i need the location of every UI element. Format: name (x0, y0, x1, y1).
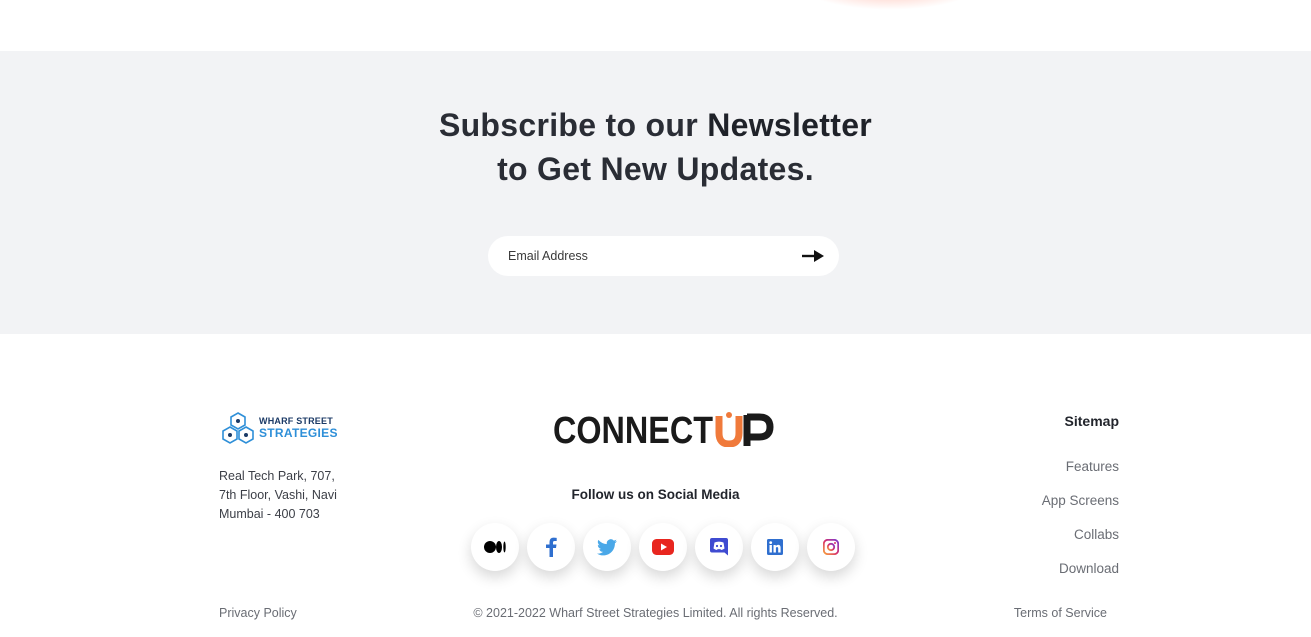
discord-icon (710, 538, 728, 556)
address-line: Mumbai - 400 703 (219, 507, 320, 521)
social-links (471, 523, 861, 573)
facebook-link[interactable] (527, 523, 575, 571)
wharf-street-logo[interactable]: WHARF STREET STRATEGIES (219, 411, 339, 447)
youtube-link[interactable] (639, 523, 687, 571)
twitter-icon (597, 538, 617, 555)
hexagon-cluster-icon (222, 412, 254, 444)
site-footer: WHARF STREET STRATEGIES Real Tech Park, … (0, 334, 1311, 637)
email-input[interactable] (508, 236, 788, 276)
newsletter-subtitle: to Get New Updates. (497, 151, 814, 187)
newsletter-title-bold: Newsletter (707, 107, 873, 143)
facebook-icon (546, 537, 557, 557)
subscribe-button[interactable] (800, 246, 826, 266)
sitemap-link-download[interactable]: Download (1059, 561, 1119, 576)
twitter-link[interactable] (583, 523, 631, 571)
linkedin-link[interactable] (751, 523, 799, 571)
instagram-link[interactable] (807, 523, 855, 571)
arrow-right-icon (802, 250, 824, 262)
newsletter-title-prefix: Subscribe to our (438, 107, 698, 143)
address-line: Real Tech Park, 707, (219, 469, 335, 483)
decorative-gradient-blob (800, 0, 980, 10)
discord-link[interactable] (695, 523, 743, 571)
medium-link[interactable] (471, 523, 519, 571)
instagram-icon (823, 539, 839, 555)
svg-text:CONNECT: CONNECT (553, 411, 713, 447)
medium-icon (484, 541, 506, 553)
logo-text-line1: WHARF STREET (259, 416, 333, 426)
sitemap-heading: Sitemap (1064, 413, 1119, 429)
newsletter-title: Subscribe to our Newsletter (0, 107, 1311, 144)
connectup-logo[interactable]: CONNECT (553, 410, 775, 452)
top-section-edge (0, 0, 1311, 51)
youtube-icon (652, 539, 674, 555)
sitemap-link-app-screens[interactable]: App Screens (1042, 493, 1119, 508)
sitemap-link-collabs[interactable]: Collabs (1074, 527, 1119, 542)
logo-text-line2: STRATEGIES (259, 426, 338, 440)
connectup-wordmark: CONNECT (553, 410, 774, 452)
newsletter-form (488, 236, 839, 276)
sitemap-link-features[interactable]: Features (1066, 459, 1119, 474)
newsletter-section: Subscribe to our Newsletter to Get New U… (0, 51, 1311, 334)
linkedin-icon (767, 539, 783, 555)
copyright-text: © 2021-2022 Wharf Street Strategies Limi… (473, 606, 838, 620)
terms-of-service-link[interactable]: Terms of Service (1014, 606, 1107, 620)
